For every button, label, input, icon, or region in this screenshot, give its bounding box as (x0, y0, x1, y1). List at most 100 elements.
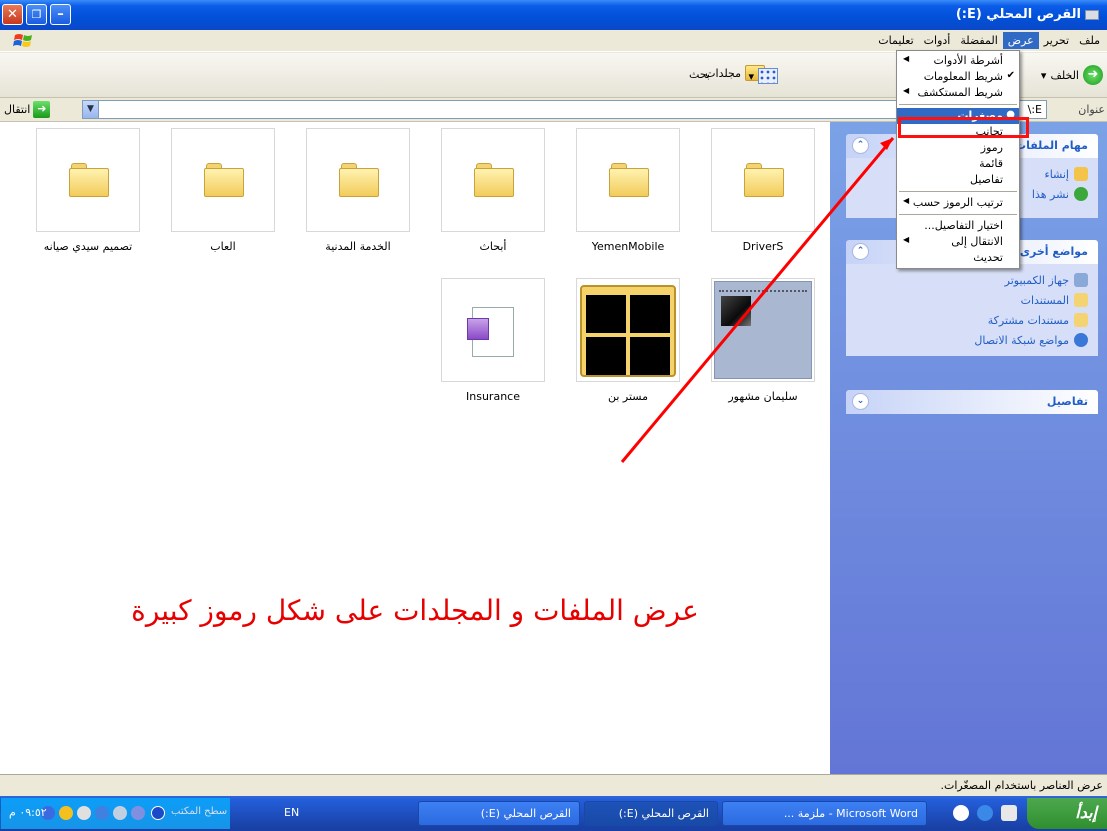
address-dropdown-icon[interactable]: ▼ (82, 100, 99, 119)
file-name: أبحاث (479, 240, 507, 253)
view-menu-item[interactable]: ترتيب الرموز حسب ◀ (897, 195, 1019, 211)
back-label: الخلف (1050, 68, 1079, 82)
view-menu-item[interactable]: الانتقال إلى ◀ (897, 234, 1019, 250)
menu-edit[interactable]: تحرير (1039, 32, 1074, 49)
view-menu-item-label: أشرطة الأدوات (933, 54, 1003, 67)
file-item[interactable]: مستر بن (576, 278, 680, 403)
file-item[interactable]: سليمان مشهور (711, 278, 815, 403)
quicklaunch-desktop-icon[interactable] (1001, 805, 1017, 821)
go-button[interactable]: ➜ انتقال (4, 101, 51, 118)
view-menu-item-label: قائمة (979, 157, 1003, 170)
file-name: الخدمة المدنية (325, 240, 391, 253)
web-publish-icon (1074, 187, 1088, 201)
system-tray: سطح المكتب ٠٩:٥٢ م (0, 798, 230, 829)
collapse-icon[interactable]: ⌃ (852, 243, 869, 260)
menu-view[interactable]: عرض (1002, 32, 1039, 49)
thumbnail-frame (711, 278, 815, 382)
collapse-icon[interactable]: ⌃ (852, 137, 869, 154)
go-arrow-icon: ➜ (33, 101, 51, 118)
view-menu-item-label: تحديث (973, 251, 1003, 264)
menu-separator (899, 191, 1017, 192)
tray-smiley-icon[interactable] (59, 806, 73, 820)
task-label: القرص المحلي (E:) (480, 807, 571, 820)
task-explorer-2[interactable]: القرص المحلي (E:) (418, 801, 580, 826)
place-label: المستندات (1020, 293, 1069, 307)
view-menu-item-label: تفاصيل (970, 173, 1003, 186)
view-menu-item[interactable]: قائمة (897, 156, 1019, 172)
file-item[interactable]: الخدمة المدنية (306, 128, 410, 253)
view-menu-item[interactable]: رموز (897, 140, 1019, 156)
close-button[interactable]: ✕ (2, 4, 23, 25)
file-item[interactable]: تصميم سيدي صيانه (36, 128, 140, 253)
start-label: إبدأ (1075, 803, 1097, 822)
view-menu-item-label: شريط المعلومات (923, 70, 1003, 83)
start-button[interactable]: إبدأ (1027, 798, 1107, 829)
go-label: انتقال (4, 103, 31, 116)
status-text: عرض العناصر باستخدام المصغّرات. (940, 779, 1104, 792)
tray-app-icon[interactable] (77, 806, 91, 820)
tray-app-icon[interactable] (95, 806, 109, 820)
back-dropdown-icon[interactable]: ▾ (1041, 69, 1047, 82)
panel-title: مهام الملفات (1015, 139, 1088, 152)
folder-icon (744, 163, 784, 197)
view-menu-item-label: الانتقال إلى (951, 235, 1003, 248)
folder-icon (204, 163, 244, 197)
minimize-button[interactable]: – (50, 4, 71, 25)
address-label: عنوان (1078, 103, 1105, 116)
thumbnail-frame (171, 128, 275, 232)
view-menu-item[interactable]: اختيار التفاصيل... (897, 218, 1019, 234)
quicklaunch-media-icon[interactable] (953, 805, 969, 821)
desktop-toolbar-label[interactable]: سطح المكتب (171, 806, 227, 817)
thumbnail-frame (711, 128, 815, 232)
menu-file[interactable]: ملف (1074, 32, 1105, 49)
file-name: تصميم سيدي صيانه (43, 240, 133, 253)
documents-icon (1074, 293, 1088, 307)
view-menu-item-label: رموز (980, 141, 1003, 154)
file-item[interactable]: العاب (171, 128, 275, 253)
expand-icon[interactable]: ⌄ (852, 393, 869, 410)
file-item[interactable]: Insurance (441, 278, 545, 403)
thumbnail-frame (576, 128, 680, 232)
view-menu-item[interactable]: تفاصيل (897, 172, 1019, 188)
check-icon: ✔ (1006, 70, 1015, 81)
panel-header[interactable]: تفاصيل ⌄ (846, 390, 1098, 414)
my-computer-icon (1074, 273, 1088, 287)
task-label: القرص المحلي (E:) (618, 807, 709, 820)
menu-favorites[interactable]: المفضلة (955, 32, 1002, 49)
view-menu-item[interactable]: أشرطة الأدوات ◀ (897, 53, 1019, 69)
highlight-box (898, 117, 1029, 138)
menu-tools[interactable]: أدوات (919, 32, 956, 49)
file-view: تصميم سيدي صيانه العاب الخدمة المدنية أب… (0, 122, 830, 774)
place-link[interactable]: جهاز الكمبيوتر (856, 270, 1088, 290)
tray-arrow-icon[interactable] (151, 806, 165, 820)
back-button[interactable]: ➜ الخلف ▾ (1041, 65, 1103, 85)
place-label: مستندات مشتركة (987, 313, 1069, 327)
file-item[interactable]: DriverS (711, 128, 815, 253)
menu-help[interactable]: تعليمات (873, 32, 918, 49)
panel-title: تفاصيل (1046, 395, 1088, 408)
title-bar: القرص المحلي (E:) ✕ ❐ – (0, 0, 1107, 30)
file-name: Insurance (466, 390, 520, 403)
tray-network-icon[interactable] (131, 806, 145, 820)
menu-separator (899, 104, 1017, 105)
task-explorer-1[interactable]: القرص المحلي (E:) (584, 801, 718, 826)
file-item[interactable]: أبحاث (441, 128, 545, 253)
image-folder-icon (580, 285, 676, 377)
tray-app-icon[interactable] (113, 806, 127, 820)
drive-icon (1085, 9, 1099, 20)
place-label: جهاز الكمبيوتر (1004, 273, 1069, 287)
place-link[interactable]: مستندات مشتركة (856, 310, 1088, 330)
quicklaunch-ie-icon[interactable] (977, 805, 993, 821)
view-menu-item[interactable]: شريط المستكشف ◀ (897, 85, 1019, 101)
restore-button[interactable]: ❐ (26, 4, 47, 25)
view-menu-item[interactable]: شريط المعلومات ✔ (897, 69, 1019, 85)
file-item[interactable]: YemenMobile (576, 128, 680, 253)
language-indicator[interactable]: EN (284, 806, 299, 819)
view-menu-item[interactable]: تحديث (897, 250, 1019, 266)
views-button[interactable]: ▾ (748, 66, 778, 86)
back-arrow-icon: ➜ (1083, 65, 1103, 85)
task-word[interactable]: Microsoft Word - ملزمة ... (722, 801, 927, 826)
place-link[interactable]: المستندات (856, 290, 1088, 310)
menu-separator (899, 214, 1017, 215)
place-link[interactable]: مواضع شبكة الاتصال (856, 330, 1088, 350)
